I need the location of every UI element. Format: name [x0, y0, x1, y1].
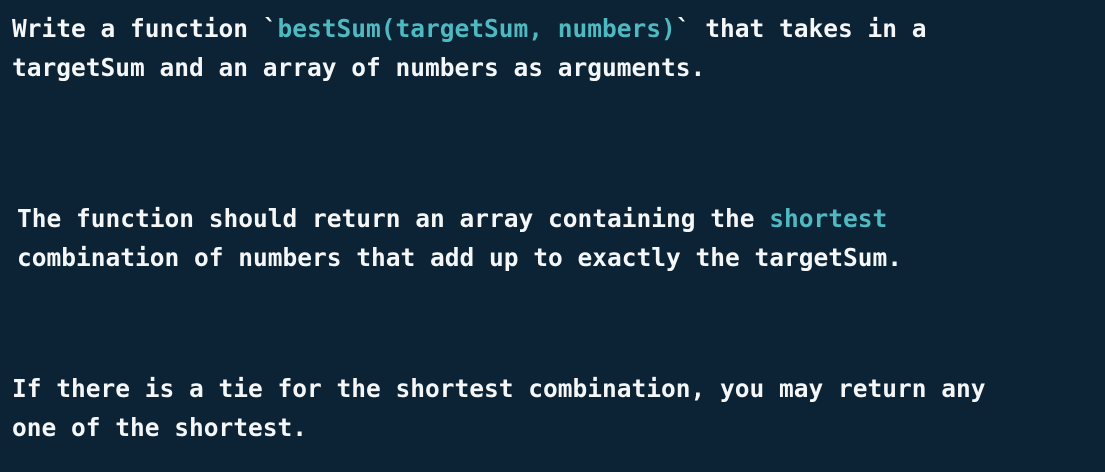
tie-rule-paragraph: If there is a tie for the shortest combi…: [12, 369, 986, 447]
text: combination of numbers that add up to ex…: [17, 243, 903, 272]
return-description-paragraph: The function should return an array cont…: [17, 199, 902, 277]
text: The function should return an array cont…: [17, 204, 770, 233]
function-signature: bestSum(targetSum, numbers): [277, 14, 676, 43]
text: targetSum and an array of numbers as arg…: [12, 53, 706, 82]
text: ` that takes in a: [675, 14, 927, 43]
highlighted-word: shortest: [769, 204, 888, 233]
text: one of the shortest.: [12, 413, 308, 442]
text: Write a function `: [12, 14, 278, 43]
problem-statement-paragraph: Write a function `bestSum(targetSum, num…: [12, 9, 927, 87]
text: If there is a tie for the shortest combi…: [12, 374, 986, 403]
